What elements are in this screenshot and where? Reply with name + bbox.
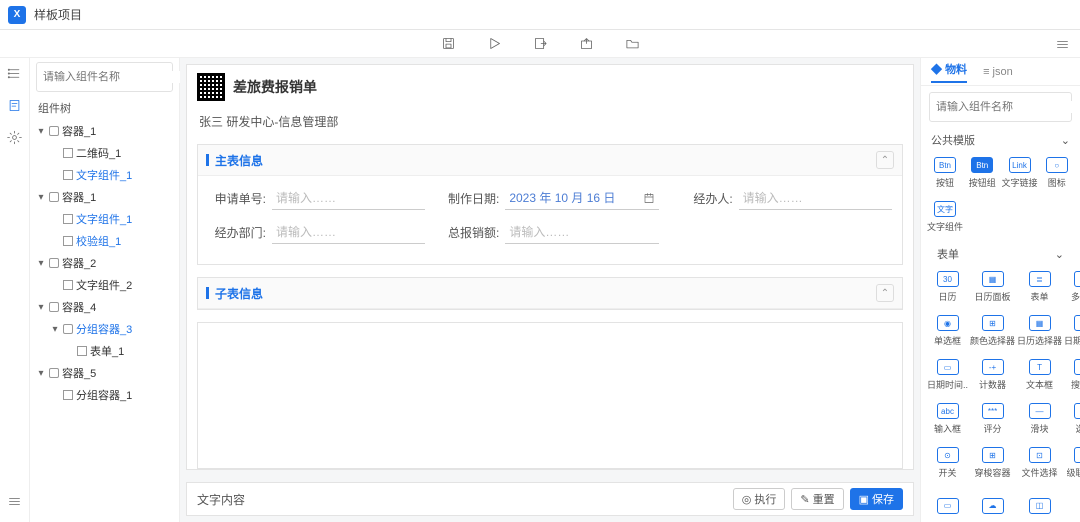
palette-item[interactable]: ≣表单 <box>1017 266 1062 308</box>
palette-item[interactable]: ***评分 <box>970 398 1015 440</box>
field-handler[interactable]: 请输入…… <box>739 186 892 210</box>
palette-item[interactable]: 文字文字组件 <box>927 196 963 238</box>
palette-item[interactable]: ☁ <box>970 486 1015 522</box>
palette-item[interactable]: ⊞级联选择 <box>1064 442 1080 484</box>
tree-node[interactable]: ▾容器_5 <box>30 362 179 384</box>
palette-item[interactable]: -+计数器 <box>970 354 1015 396</box>
palette-item[interactable]: ⊡文件选择 <box>1017 442 1062 484</box>
palette-item[interactable]: ⊙开关 <box>927 442 968 484</box>
palette-item[interactable]: ⊞穿梭容器 <box>970 442 1015 484</box>
field-order-no[interactable]: 请输入…… <box>272 186 425 210</box>
outline-icon[interactable] <box>7 66 22 84</box>
folder-icon[interactable] <box>624 36 640 52</box>
settings-icon[interactable] <box>7 130 22 148</box>
tree-search-input[interactable] <box>43 71 185 83</box>
tree-node[interactable]: 文字组件_1 <box>30 208 179 230</box>
publish-icon[interactable] <box>578 36 594 52</box>
form-subtitle: 张三 研发中心-信息管理部 <box>187 109 913 138</box>
run-button[interactable]: ◎ 执行 <box>733 488 786 510</box>
palette-search[interactable] <box>929 92 1072 122</box>
play-icon[interactable] <box>486 36 502 52</box>
tree-node[interactable]: ▾容器_1 <box>30 186 179 208</box>
palette-item[interactable]: ◫ <box>1017 486 1062 522</box>
palette-item[interactable]: ◉单选框 <box>927 310 968 352</box>
footer-label: 文字内容 <box>197 491 245 508</box>
field-date[interactable]: 2023 年 10 月 16 日 <box>505 186 658 210</box>
palette-item[interactable]: ▦日历面板 <box>970 266 1015 308</box>
toolbar <box>0 30 1080 58</box>
palette-item[interactable]: ▦日历选择器 <box>1017 310 1062 352</box>
palette-item[interactable]: ▦日期时间.. <box>1064 310 1080 352</box>
palette-item[interactable]: ✓多选框 <box>1064 266 1080 308</box>
side-rail <box>0 58 30 522</box>
palette-item[interactable]: ⊙选择 <box>1064 398 1080 440</box>
palette-item[interactable]: —滑块 <box>1017 398 1062 440</box>
tree-node[interactable]: 二维码_1 <box>30 142 179 164</box>
chevron-down-icon[interactable]: ⌄ <box>1061 134 1070 147</box>
palette-item[interactable]: T文本框 <box>1017 354 1062 396</box>
field-total[interactable]: 请输入…… <box>505 220 658 244</box>
subtable-area[interactable] <box>197 322 903 469</box>
palette-item[interactable]: ○图标 <box>1040 152 1074 194</box>
tree-node[interactable]: 分组容器_1 <box>30 384 179 406</box>
section2-title: 子表信息 <box>215 285 263 302</box>
tree-node[interactable]: ▾分组容器_3 <box>30 318 179 340</box>
tree-node[interactable]: 校验组_1 <box>30 230 179 252</box>
palette-item[interactable]: ⊞颜色选择器 <box>970 310 1015 352</box>
form-title: 差旅费报销单 <box>233 77 317 97</box>
tree-node[interactable]: ▾容器_4 <box>30 296 179 318</box>
tab-material[interactable]: ◆ 物料 <box>931 61 967 83</box>
project-title: 样板项目 <box>34 6 82 23</box>
reset-button[interactable]: ✎ 重置 <box>791 488 843 510</box>
palette-item[interactable]: ▭ <box>927 486 968 522</box>
collapse-section-icon[interactable]: ⌃ <box>876 151 894 169</box>
tab-json[interactable]: ≡ json <box>983 66 1013 78</box>
calendar-icon <box>643 192 655 204</box>
tree-panel-label: 组件树 <box>30 96 179 120</box>
palette-item[interactable]: Btn按钮 <box>927 152 963 194</box>
tree-node[interactable]: 文字组件_2 <box>30 274 179 296</box>
component-tree: ▾容器_1二维码_1文字组件_1▾容器_1文字组件_1校验组_1▾容器_2文字组… <box>30 120 179 522</box>
field-dept[interactable]: 请输入…… <box>272 220 425 244</box>
export-icon[interactable] <box>532 36 548 52</box>
tree-search[interactable] <box>36 62 173 92</box>
app-logo: X <box>8 6 26 24</box>
collapse-section2-icon[interactable]: ⌃ <box>876 284 894 302</box>
palette-item[interactable]: Link文字链接 <box>1002 152 1038 194</box>
menu-icon[interactable] <box>1054 36 1070 52</box>
tree-node[interactable]: 文字组件_1 <box>30 164 179 186</box>
collapse-icon[interactable] <box>7 494 22 512</box>
save-icon[interactable] <box>440 36 456 52</box>
tree-node[interactable]: ▾容器_2 <box>30 252 179 274</box>
palette-search-input[interactable] <box>936 101 1078 113</box>
palette-item[interactable]: Btn按钮组 <box>965 152 999 194</box>
group1-title: 公共模版 <box>931 132 975 148</box>
group2-title: 表单 <box>937 246 959 262</box>
palette-item[interactable]: 30日历 <box>927 266 968 308</box>
page-icon[interactable] <box>7 98 22 116</box>
qr-code <box>197 73 225 101</box>
tree-node[interactable]: ▾容器_1 <box>30 120 179 142</box>
chevron-down-icon[interactable]: ⌄ <box>1055 248 1064 261</box>
section1-title: 主表信息 <box>215 152 263 169</box>
palette-item[interactable]: abc输入框 <box>927 398 968 440</box>
palette-item[interactable]: ⌕搜索框 <box>1064 354 1080 396</box>
tree-node[interactable]: 表单_1 <box>30 340 179 362</box>
palette-item[interactable]: ▭日期时间.. <box>927 354 968 396</box>
save-button[interactable]: ▣ 保存 <box>850 488 903 510</box>
